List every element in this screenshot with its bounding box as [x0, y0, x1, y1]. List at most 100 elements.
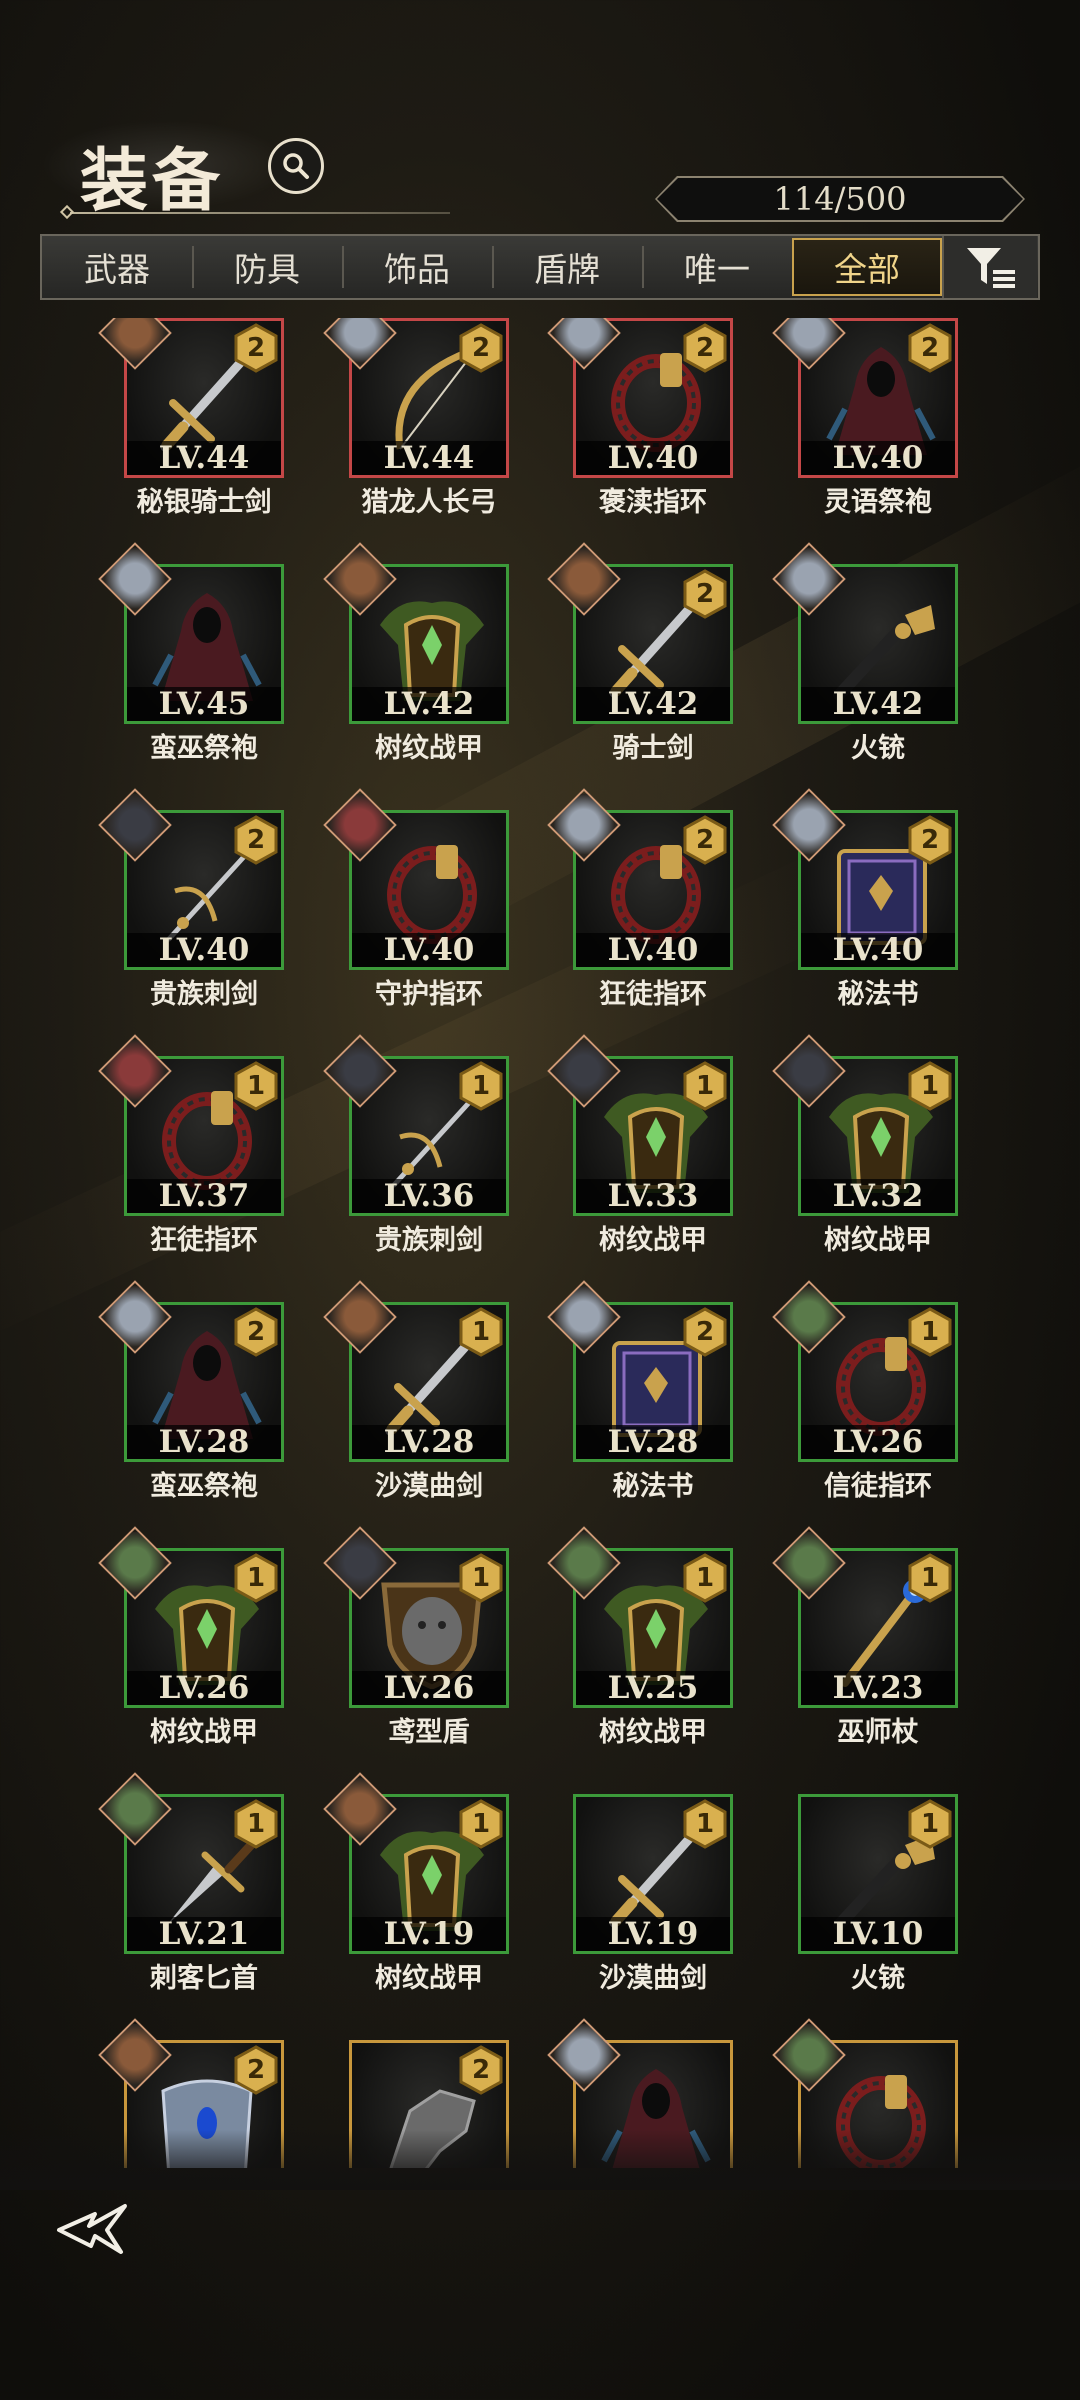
item-level: LV.40: [352, 932, 506, 968]
item-name: 秘法书: [837, 979, 919, 1010]
equipment-item[interactable]: LV.32 1 树纹战甲: [772, 1034, 958, 1256]
item-slot[interactable]: LV.28 1: [323, 1280, 509, 1462]
equipment-item[interactable]: LV.26 1 信徒指环: [772, 1280, 958, 1502]
item-slot[interactable]: LV.40 2: [772, 318, 958, 478]
item-name: 树纹战甲: [824, 1225, 932, 1256]
equipment-item[interactable]: LV.40 2 灵语祭袍: [772, 318, 958, 518]
equipment-item[interactable]: LV.40 2 褒渎指环: [547, 318, 733, 518]
back-button[interactable]: [55, 2200, 145, 2260]
item-name: 褒渎指环: [599, 487, 707, 518]
item-slot[interactable]: LV.36 1: [323, 1034, 509, 1216]
equipment-item[interactable]: LV.37 1 狂徒指环: [98, 1034, 284, 1256]
item-slot[interactable]: LV.42 2: [547, 542, 733, 724]
tab-weapons[interactable]: 武器: [42, 236, 192, 298]
tier-badge: 2: [907, 323, 953, 373]
item-level: LV.28: [352, 1424, 506, 1460]
item-slot[interactable]: LV.21 1: [98, 1772, 284, 1954]
item-slot[interactable]: LV.19 1: [573, 1794, 733, 1954]
item-slot[interactable]: LV.40: [323, 788, 509, 970]
item-slot[interactable]: LV.28 2: [547, 1280, 733, 1462]
equipment-item[interactable]: LV.28 2 蛮巫祭袍: [98, 1280, 284, 1502]
equipment-item[interactable]: LV.42 2 骑士剑: [547, 542, 733, 764]
item-level: LV.26: [801, 1424, 955, 1460]
equipment-item[interactable]: LV.25 1 树纹战甲: [547, 1526, 733, 1748]
tier-number: 1: [471, 1317, 491, 1347]
tier-number: 2: [695, 579, 715, 609]
item-name: 沙漠曲剑: [375, 1471, 483, 1502]
item-level: LV.28: [127, 1424, 281, 1460]
tier-number: 1: [920, 1071, 940, 1101]
item-slot[interactable]: LV.25 1: [547, 1526, 733, 1708]
item-name: 贵族刺剑: [375, 1225, 483, 1256]
item-slot[interactable]: LV.40 2: [547, 318, 733, 478]
equipment-item[interactable]: LV.28 2 秘法书: [547, 1280, 733, 1502]
tier-badge: 1: [907, 1553, 953, 1603]
item-slot[interactable]: LV.44 2: [323, 318, 509, 478]
equipment-item[interactable]: LV.28 1 沙漠曲剑: [323, 1280, 509, 1502]
tab-unique[interactable]: 唯一: [642, 236, 792, 298]
item-slot[interactable]: LV.40 2: [772, 788, 958, 970]
equipment-item[interactable]: LV.40 守护指环: [323, 788, 509, 1010]
tab-armor[interactable]: 防具: [192, 236, 342, 298]
item-slot[interactable]: LV.26 1: [772, 1280, 958, 1462]
equipment-item[interactable]: LV.40 2 秘法书: [772, 788, 958, 1010]
item-slot[interactable]: LV.28 2: [98, 1280, 284, 1462]
item-slot[interactable]: LV.40 2: [547, 788, 733, 970]
item-name: 树纹战甲: [599, 1717, 707, 1748]
filter-button[interactable]: [942, 236, 1037, 298]
search-button[interactable]: [268, 138, 324, 194]
tier-badge: 1: [907, 1307, 953, 1357]
equipment-item[interactable]: LV.26 1 鸢型盾: [323, 1526, 509, 1748]
equipment-item[interactable]: LV.19 1 树纹战甲: [323, 1772, 509, 1994]
item-level: LV.10: [801, 1916, 955, 1952]
item-slot[interactable]: LV.44 2: [98, 318, 284, 478]
item-slot[interactable]: LV.45: [98, 542, 284, 724]
item-slot[interactable]: LV.42: [772, 542, 958, 724]
tier-number: 1: [471, 1809, 491, 1839]
item-slot[interactable]: LV.37 1: [98, 1034, 284, 1216]
equipment-item[interactable]: LV.33 1 树纹战甲: [547, 1034, 733, 1256]
inventory-capacity: 114/500: [655, 176, 1025, 222]
item-slot[interactable]: LV.10 1: [798, 1794, 958, 1954]
item-slot[interactable]: LV.32 1: [772, 1034, 958, 1216]
equipment-item[interactable]: LV.21 1 刺客匕首: [98, 1772, 284, 1994]
item-level: LV.45: [127, 686, 281, 722]
tier-number: 2: [695, 825, 715, 855]
back-arrow-icon: [57, 2204, 127, 2254]
equipment-item[interactable]: LV.45 蛮巫祭袍: [98, 542, 284, 764]
equipment-item[interactable]: LV.26 1 树纹战甲: [98, 1526, 284, 1748]
tier-number: 2: [695, 333, 715, 363]
equipment-item[interactable]: LV.44 2 秘银骑士剑: [98, 318, 284, 518]
item-slot[interactable]: LV.23 1: [772, 1526, 958, 1708]
item-slot[interactable]: LV.42: [323, 542, 509, 724]
equipment-item[interactable]: LV.23 1 巫师杖: [772, 1526, 958, 1748]
equipment-item[interactable]: LV.19 1 沙漠曲剑: [573, 1794, 733, 1994]
item-slot[interactable]: LV.26 1: [323, 1526, 509, 1708]
item-name: 树纹战甲: [599, 1225, 707, 1256]
tier-badge: 2: [458, 2045, 504, 2095]
tier-badge: 2: [682, 323, 728, 373]
equipment-item[interactable]: LV.42 火铳: [772, 542, 958, 764]
tier-badge: 1: [233, 1799, 279, 1849]
tab-accessories[interactable]: 饰品: [342, 236, 492, 298]
tier-badge: 1: [682, 1061, 728, 1111]
tier-number: 1: [695, 1563, 715, 1593]
equipment-item[interactable]: LV.10 1 火铳: [798, 1794, 958, 1994]
tier-number: 2: [920, 825, 940, 855]
item-slot[interactable]: LV.19 1: [323, 1772, 509, 1954]
equipment-item[interactable]: LV.36 1 贵族刺剑: [323, 1034, 509, 1256]
equipment-item[interactable]: LV.40 2 贵族刺剑: [98, 788, 284, 1010]
item-name: 信徒指环: [824, 1471, 932, 1502]
tab-all[interactable]: 全部: [792, 238, 942, 296]
item-slot[interactable]: LV.40 2: [98, 788, 284, 970]
item-slot[interactable]: LV.33 1: [547, 1034, 733, 1216]
item-slot[interactable]: LV.26 1: [98, 1526, 284, 1708]
item-name: 刺客匕首: [150, 1963, 258, 1994]
equipment-item[interactable]: LV.42 树纹战甲: [323, 542, 509, 764]
tier-number: 2: [695, 1317, 715, 1347]
equipment-item[interactable]: LV.44 2 猎龙人长弓: [323, 318, 509, 518]
tab-shields[interactable]: 盾牌: [492, 236, 642, 298]
capacity-count: 114/500: [773, 180, 907, 218]
item-name: 火铳: [851, 733, 905, 764]
equipment-item[interactable]: LV.40 2 狂徒指环: [547, 788, 733, 1010]
